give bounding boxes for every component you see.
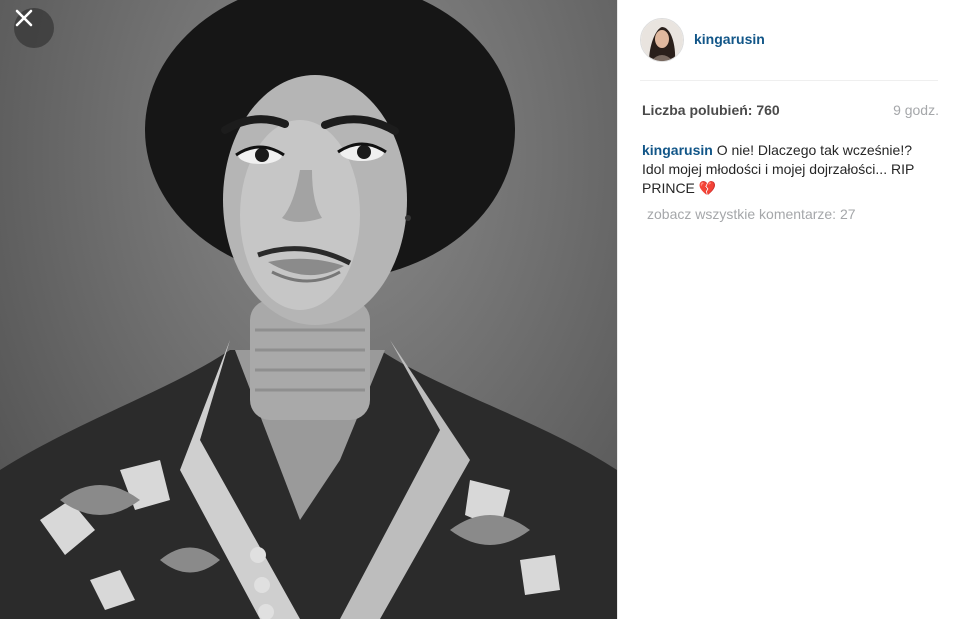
close-icon [15,9,33,27]
avatar-image [641,19,683,61]
post-timestamp[interactable]: 9 godz. [893,102,939,118]
post-header: kingarusin [640,18,938,81]
post-photo [0,0,617,619]
avatar[interactable] [640,18,684,62]
likes-row: Liczba polubień: 760 9 godz. [642,102,939,118]
post-caption: kingarusin O nie! Dlaczego tak wcześnie!… [642,141,922,198]
caption-username[interactable]: kingarusin [642,142,713,158]
header-username[interactable]: kingarusin [694,31,765,47]
broken-heart-icon: 💔 [698,180,717,196]
close-button[interactable] [14,8,54,48]
portrait-illustration [0,0,617,619]
view-all-comments-link[interactable]: zobacz wszystkie komentarze: 27 [647,206,856,222]
post-details-panel: kingarusin Liczba polubień: 760 9 godz. … [617,0,960,619]
likes-count[interactable]: Liczba polubień: 760 [642,102,780,118]
